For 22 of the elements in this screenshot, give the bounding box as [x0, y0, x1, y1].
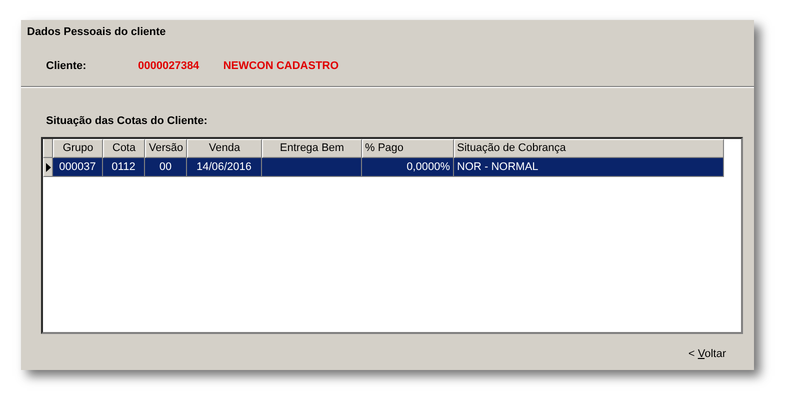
window-title: Dados Pessoais do cliente	[27, 26, 166, 38]
table-cell: 14/06/2016	[187, 158, 262, 177]
row-indicator[interactable]	[43, 158, 53, 177]
row-pointer-icon	[46, 162, 50, 172]
column-header[interactable]: Cota	[103, 139, 145, 158]
table-cell: 000037	[53, 158, 103, 177]
client-code: 0000027384	[138, 60, 200, 72]
column-header[interactable]: Grupo	[53, 139, 103, 158]
table-cell: NOR - NORMAL	[454, 158, 724, 177]
column-header[interactable]: Entrega Bem	[262, 139, 362, 158]
column-header[interactable]: Situação de Cobrança	[454, 139, 724, 158]
table-cell: 0112	[103, 158, 145, 177]
section-title: Situação das Cotas do Cliente:	[46, 115, 208, 127]
table-row[interactable]: 000037 0112 00 14/06/2016 0,0000% NOR - NORMAL	[43, 158, 741, 177]
client-label: Cliente:	[46, 60, 88, 72]
column-header[interactable]: Versão	[145, 139, 187, 158]
client-name: NEWCON CADASTRO	[223, 60, 339, 72]
table-cell: 0,0000%	[362, 158, 454, 177]
column-header[interactable]: Venda	[187, 139, 262, 158]
table-cell: 00	[145, 158, 187, 177]
back-button[interactable]: < Voltar	[686, 347, 728, 361]
column-header[interactable]: % Pago	[362, 139, 454, 158]
